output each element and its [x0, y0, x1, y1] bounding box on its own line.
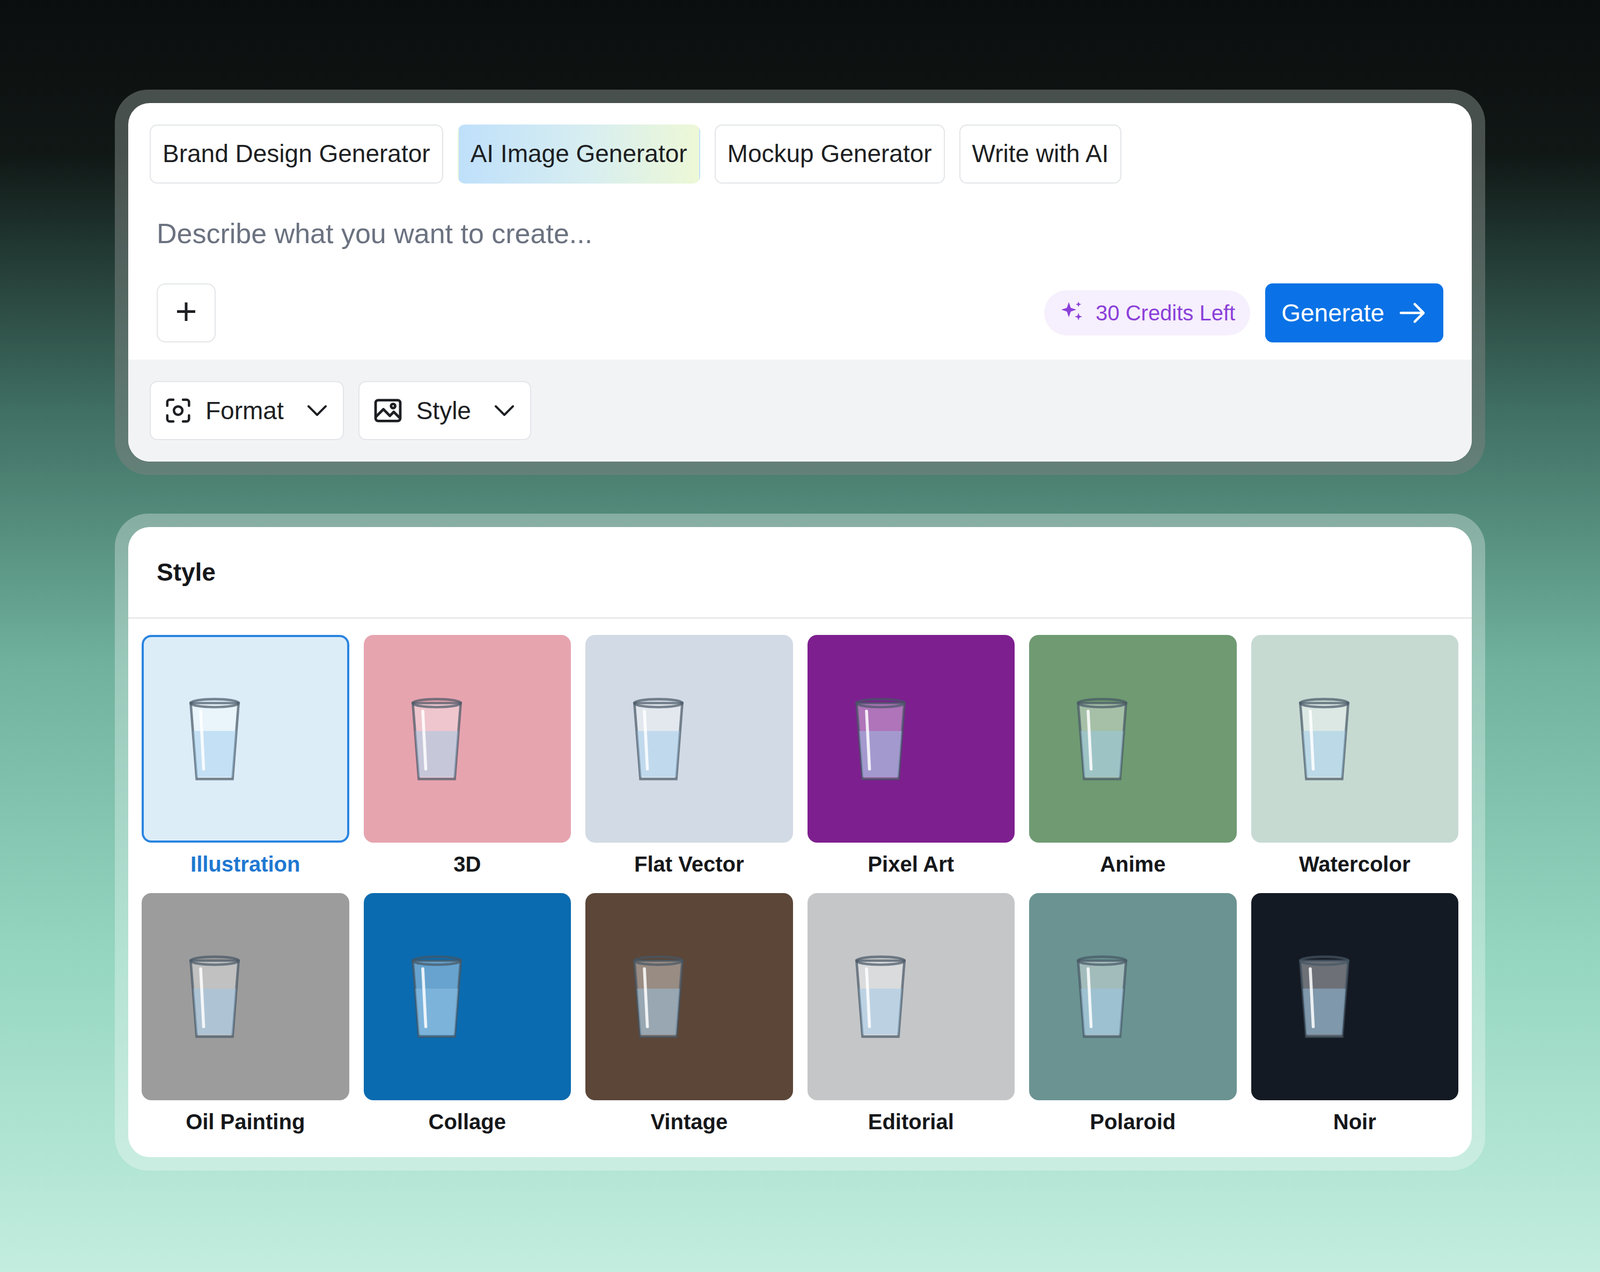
style-option[interactable]: Anime: [1029, 634, 1237, 893]
tool-tab[interactable]: Mockup Generator: [714, 124, 945, 184]
style-option[interactable]: Editorial: [807, 892, 1016, 1151]
style-panel: Style Illustration 3D Flat Vector Pixel Art A…: [128, 526, 1472, 1157]
arrow-right-icon: [1397, 297, 1428, 328]
style-option[interactable]: Flat Vector: [585, 634, 794, 893]
chevron-down-icon-svg-icon: [491, 397, 518, 424]
glass-icon-svg-icon: [830, 946, 931, 1047]
generator-frame: Brand Design GeneratorAI Image Generator…: [114, 89, 1486, 475]
glass-icon-svg-icon: [608, 688, 709, 789]
style-label: Flat Vector: [585, 842, 794, 893]
style-label: Illustration: [141, 842, 350, 893]
generator-card: Brand Design GeneratorAI Image Generator…: [128, 103, 1472, 462]
glass-icon: [164, 688, 326, 789]
style-thumbnail[interactable]: [585, 892, 794, 1101]
style-thumbnail[interactable]: [363, 892, 572, 1101]
style-option[interactable]: Noir: [1251, 892, 1459, 1151]
glass-icon-svg-icon: [1274, 688, 1375, 789]
glass-icon: [830, 688, 992, 789]
style-thumbnail[interactable]: [1029, 892, 1237, 1101]
glass-icon-svg-icon: [830, 688, 931, 789]
generate-label: Generate: [1281, 298, 1385, 328]
style-thumbnail[interactable]: [141, 634, 350, 843]
prompt-input[interactable]: [149, 216, 1444, 251]
style-option[interactable]: Vintage: [585, 892, 794, 1151]
glass-icon-svg-icon: [386, 688, 487, 789]
sparkle-icon: [1059, 299, 1085, 326]
option-label: Format: [205, 395, 284, 426]
style-label: 3D: [363, 842, 572, 893]
style-option[interactable]: Polaroid: [1029, 892, 1237, 1151]
tool-tab[interactable]: Write with AI: [959, 124, 1122, 184]
style-label: Anime: [1029, 842, 1237, 893]
glass-icon-svg-icon: [1052, 946, 1152, 1047]
style-option[interactable]: 3D: [363, 634, 572, 893]
style-option[interactable]: Watercolor: [1251, 634, 1459, 893]
style-label: Vintage: [585, 1099, 794, 1151]
style-thumbnail[interactable]: [1029, 634, 1237, 843]
glass-icon: [608, 946, 770, 1047]
glass-icon: [1052, 946, 1214, 1047]
style-thumbnail[interactable]: [807, 892, 1016, 1101]
options-bar: Format Style: [128, 359, 1472, 462]
glass-icon: [1274, 688, 1436, 789]
credits-text: 30 Credits Left: [1095, 299, 1236, 326]
tool-tab[interactable]: Brand Design Generator: [149, 124, 444, 184]
chevron-down-icon: [491, 397, 518, 424]
arrow-right-icon-svg-icon: [1397, 297, 1428, 328]
option-dropdown[interactable]: Format: [149, 380, 344, 440]
style-thumbnail[interactable]: [1251, 634, 1459, 843]
glass-icon: [164, 946, 326, 1047]
style-thumbnail[interactable]: [141, 892, 350, 1101]
style-label: Noir: [1251, 1099, 1459, 1151]
glass-icon: [1052, 688, 1214, 789]
chevron-down-icon-svg-icon: [304, 397, 330, 424]
page: Brand Design GeneratorAI Image Generator…: [114, 0, 1486, 1235]
style-option[interactable]: Illustration: [141, 634, 350, 893]
image-icon-svg-icon: [372, 394, 404, 427]
tool-tab[interactable]: AI Image Generator: [457, 124, 701, 184]
style-option[interactable]: Oil Painting: [141, 892, 350, 1151]
option-label: Style: [416, 395, 472, 426]
style-option[interactable]: Pixel Art: [807, 634, 1016, 893]
style-thumbnail[interactable]: [807, 634, 1016, 843]
focus-frame-icon: [163, 395, 193, 425]
style-label: Editorial: [807, 1099, 1016, 1151]
generate-button[interactable]: Generate: [1265, 283, 1444, 343]
glass-icon-svg-icon: [164, 946, 265, 1047]
glass-icon: [386, 946, 548, 1047]
style-panel-title: Style: [128, 526, 1472, 619]
style-grid: Illustration 3D Flat Vector Pixel Art Anime W…: [128, 618, 1472, 1157]
style-label: Collage: [363, 1099, 572, 1151]
style-thumbnail[interactable]: [585, 634, 794, 843]
focus-frame-icon-svg-icon: [163, 395, 193, 425]
add-button[interactable]: +: [156, 283, 216, 343]
glass-icon-svg-icon: [1052, 688, 1152, 789]
glass-icon: [608, 688, 770, 789]
glass-icon-svg-icon: [386, 946, 487, 1047]
glass-icon: [1274, 946, 1436, 1047]
style-label: Pixel Art: [807, 842, 1016, 893]
style-option[interactable]: Collage: [363, 892, 572, 1151]
glass-icon: [830, 946, 992, 1047]
style-label: Polaroid: [1029, 1099, 1237, 1151]
credits-badge: 30 Credits Left: [1044, 290, 1251, 336]
glass-icon-svg-icon: [608, 946, 709, 1047]
generator-main: Brand Design GeneratorAI Image Generator…: [128, 103, 1472, 360]
sparkle-icon-svg-icon: [1059, 299, 1085, 326]
glass-icon-svg-icon: [164, 688, 265, 789]
image-icon: [372, 394, 404, 427]
option-dropdown[interactable]: Style: [358, 380, 532, 440]
style-frame: Style Illustration 3D Flat Vector Pixel Art A…: [114, 513, 1486, 1171]
style-thumbnail[interactable]: [363, 634, 572, 843]
style-label: Watercolor: [1251, 842, 1459, 893]
tool-tabs: Brand Design GeneratorAI Image Generator…: [149, 124, 1444, 184]
style-label: Oil Painting: [141, 1099, 350, 1151]
generate-group: 30 Credits Left Generate: [1044, 283, 1444, 343]
prompt-actions: +30 Credits Left Generate: [149, 283, 1444, 343]
glass-icon-svg-icon: [1274, 946, 1375, 1047]
chevron-down-icon: [304, 397, 330, 424]
glass-icon: [386, 688, 548, 789]
style-thumbnail[interactable]: [1251, 892, 1459, 1101]
